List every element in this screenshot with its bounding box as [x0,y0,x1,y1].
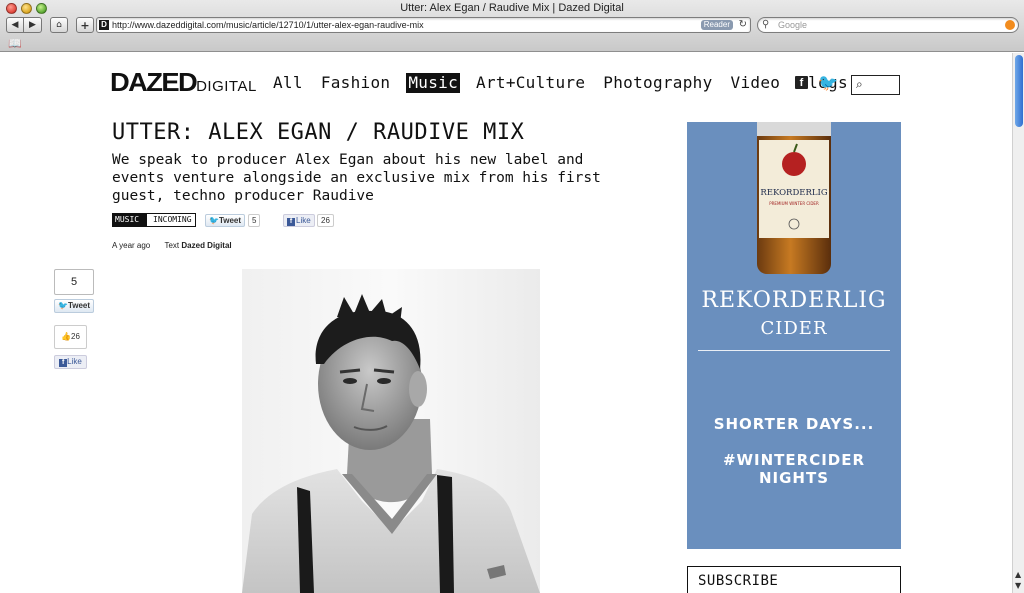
window-title: Utter: Alex Egan / Raudive Mix | Dazed D… [400,2,624,14]
browser-search-field[interactable]: ⚲ Google [757,17,1019,33]
back-arrow-icon: ◀ [11,20,19,30]
tweet-count: 5 [248,214,261,227]
credit-name[interactable]: Dazed Digital [181,241,231,250]
scroll-thumb[interactable] [1015,55,1023,127]
nav-item-art-culture[interactable]: Art+Culture [474,73,587,93]
page-scrollbar[interactable]: ▲ ▼ [1012,53,1024,593]
nav-item-photography[interactable]: Photography [601,73,714,93]
tag-music[interactable]: MUSIC [112,213,155,227]
home-icon: ⌂ [56,20,62,30]
cider-bottle-illustration: REKORDERLIG PREMIUM WINTER CIDER [757,122,831,274]
share-like-label: Like [67,357,82,366]
ad-tagline-2: #WINTERCIDER NIGHTS [722,451,866,487]
ad-brand: REKORDERLIG [701,288,887,313]
bottle-subline-text: PREMIUM WINTER CIDER [769,201,819,206]
share-tweet-button[interactable]: 🐦Tweet [54,299,94,313]
twitter-bird-icon: 🐦 [209,216,219,225]
forward-arrow-icon: ▶ [29,20,36,30]
forward-button[interactable]: ▶ [24,17,42,33]
thumbs-up-icon: 👍 [61,332,72,341]
article-meta: A year ago Text Dazed Digital [112,241,232,250]
bookmarks-book-icon[interactable]: 📖 [8,37,22,50]
site-favicon: D [99,20,109,30]
nav-item-all[interactable]: All [271,73,305,93]
facebook-icon[interactable]: f [795,76,808,89]
like-label: Like [296,216,311,225]
scroll-down-arrow-icon[interactable]: ▼ [1015,581,1021,590]
search-placeholder: Google [778,20,808,30]
nav-item-video[interactable]: Video [729,73,783,93]
snapback-icon[interactable] [1005,20,1015,30]
nav-item-music[interactable]: Music [406,73,461,93]
article-standfirst: We speak to producer Alex Egan about his… [112,152,601,204]
cider-advertisement[interactable]: REKORDERLIG PREMIUM WINTER CIDER REKORDE… [687,122,901,549]
share-like-button[interactable]: f Like [54,355,87,369]
facebook-icon: f [287,218,295,226]
site-logo[interactable]: DAZEDDIGITAL [109,67,257,98]
subscribe-box[interactable]: SUBSCRIBE [687,566,901,593]
scroll-up-arrow-icon[interactable]: ▲ [1015,570,1021,579]
article-photo [242,269,540,593]
subscribe-label: SUBSCRIBE [698,573,779,589]
facebook-icon: f [59,359,68,367]
credit-prefix: Text [164,241,180,250]
plus-icon: + [80,18,90,32]
bottle-brand-text: REKORDERLIG [760,188,828,198]
publish-date: A year ago [112,241,151,250]
share-like-count-value: 26 [71,332,80,341]
add-bookmark-button[interactable]: + [76,17,94,33]
reload-icon[interactable]: ↻ [739,18,747,32]
like-button[interactable]: f Like [283,214,315,227]
share-tweet-label: Tweet [67,301,91,310]
share-like-count: 👍26 [54,325,87,349]
main-nav: All Fashion Music Art+Culture Photograph… [271,73,864,93]
web-page: DAZEDDIGITAL All Fashion Music Art+Cultu… [0,53,1012,593]
tag-incoming[interactable]: INCOMING [146,213,196,227]
site-search-input[interactable]: ⌕ [851,75,900,95]
back-button[interactable]: ◀ [6,17,24,33]
nav-item-fashion[interactable]: Fashion [319,73,393,93]
tweet-label: Tweet [218,216,242,225]
home-button[interactable]: ⌂ [50,17,68,33]
portrait-illustration [242,294,540,593]
ad-tagline-1: SHORTER DAYS... [713,415,875,433]
url-text[interactable]: http://www.dazeddigital.com/music/articl… [112,19,424,32]
reader-button[interactable]: Reader [700,20,733,30]
ad-divider [698,350,890,351]
search-icon: ⌕ [856,77,863,91]
like-count: 26 [317,214,334,227]
twitter-icon[interactable]: 🐦 [818,73,838,92]
search-icon: ⚲ [762,19,770,30]
share-tweet-count: 5 [54,269,94,295]
logo-subtitle: DIGITAL [196,78,257,95]
tweet-button[interactable]: 🐦Tweet [205,214,246,227]
article-title: UTTER: ALEX EGAN / RAUDIVE MIX [112,120,525,145]
twitter-bird-icon: 🐦 [57,301,68,310]
browser-chrome: Utter: Alex Egan / Raudive Mix | Dazed D… [0,0,1024,52]
address-bar[interactable]: D http://www.dazeddigital.com/music/arti… [96,17,751,33]
logo-wordmark: DAZED [109,67,198,97]
ad-product: CIDER [760,318,828,339]
